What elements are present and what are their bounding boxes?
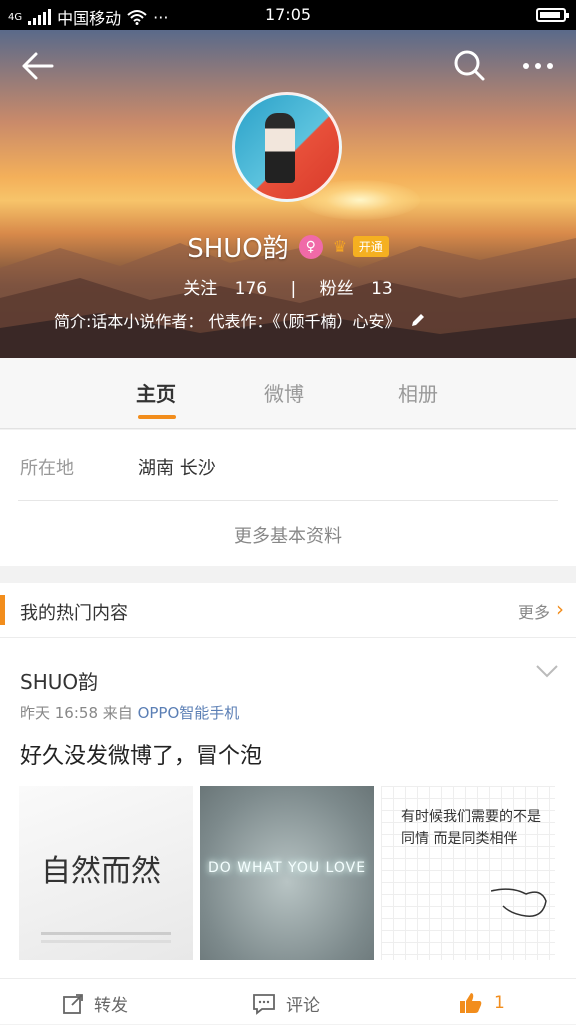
vip-label: 开通 [352, 236, 389, 257]
back-arrow-icon[interactable] [18, 48, 58, 84]
divider [18, 500, 558, 501]
like-count: 1 [494, 993, 505, 1013]
post-card[interactable]: SHUO韵 昨天 16:58 来自 OPPO智能手机 好久没发微博了，冒个泡 自… [0, 638, 576, 1024]
profile-header: SHUO韵 ♀ ♛ 开通 关注 176 | 粉丝 13 简介:话本小说作者： 代… [0, 30, 576, 358]
post-image-3[interactable]: 有时候我们需要的不是同情 而是同类相伴 [381, 786, 555, 960]
comment-button[interactable]: 评论 [252, 991, 320, 1016]
post-author[interactable]: SHUO韵 [20, 666, 98, 695]
chevron-down-icon[interactable] [536, 664, 558, 678]
follow-label: 关注 [183, 279, 218, 299]
profile-name: SHUO韵 [187, 234, 289, 264]
tab-weibo[interactable]: 微博 [264, 378, 304, 407]
post-time: 昨天 16:58 [20, 704, 98, 722]
location-value: 湖南 长沙 [138, 458, 216, 479]
post-text: 好久没发微博了，冒个泡 [20, 744, 263, 769]
battery-icon [536, 8, 569, 22]
repost-button[interactable]: 转发 [62, 991, 128, 1016]
status-time: 17:05 [264, 5, 312, 24]
profile-tabs: 主页 微博 相册 [0, 358, 576, 429]
hand-drawing-icon [491, 888, 547, 917]
basic-info-card: 所在地 湖南 长沙 更多基本资料 [0, 430, 576, 566]
comment-icon [253, 993, 275, 1015]
fans-count: 13 [371, 279, 393, 299]
profile-stats: 关注 176 | 粉丝 13 [0, 274, 576, 299]
more-options-icon[interactable] [518, 48, 558, 84]
more-info-link[interactable]: 更多基本资料 [0, 522, 576, 548]
like-button[interactable]: 1 [458, 991, 505, 1015]
repost-label: 转发 [94, 996, 128, 1016]
tab-home[interactable]: 主页 [136, 378, 176, 407]
thumbs-up-icon [460, 993, 482, 1013]
tab-album[interactable]: 相册 [398, 378, 438, 407]
post-image-2[interactable]: DO WHAT YOU LOVE [200, 786, 374, 960]
chevron-right-icon[interactable]: › [556, 597, 564, 621]
avatar[interactable] [232, 92, 342, 202]
hot-more-link[interactable]: 更多 [518, 599, 558, 635]
profile-bio: 简介:话本小说作者： 代表作：《（顾千楠）心安》 [54, 308, 426, 332]
post-from-label: 来自 [102, 704, 133, 722]
post-image-1[interactable]: 自然而然 [19, 786, 193, 960]
vip-badge[interactable]: ♛ 开通 [333, 236, 389, 258]
image-1-caption: 自然而然 [41, 854, 161, 889]
hot-content-title: 我的热门内容 [20, 603, 128, 624]
post-meta: 昨天 16:58 来自 OPPO智能手机 [20, 702, 239, 723]
post-actions: 转发 评论 1 [0, 978, 576, 1025]
follow-stat[interactable]: 关注 176 [177, 279, 273, 299]
image-1-lines [41, 932, 171, 935]
active-tab-indicator [138, 415, 176, 419]
follow-count: 176 [234, 279, 268, 299]
search-icon[interactable] [450, 48, 490, 84]
hot-content-header: 我的热门内容 更多 › [0, 583, 576, 638]
bio-text: 简介:话本小说作者： 代表作：《（顾千楠）心安》 [54, 312, 401, 331]
post-source[interactable]: OPPO智能手机 [138, 704, 240, 722]
avatar-figure [265, 113, 295, 183]
status-bar: 4G 中国移动 ··· 17:05 [0, 0, 576, 30]
repost-icon [63, 993, 83, 1014]
comment-label: 评论 [286, 996, 320, 1016]
image-3-caption: 有时候我们需要的不是同情 而是同类相伴 [401, 809, 541, 847]
fans-stat[interactable]: 粉丝 13 [314, 279, 399, 299]
section-accent-bar [0, 595, 5, 625]
location-label: 所在地 [20, 458, 74, 479]
fans-label: 粉丝 [319, 279, 354, 299]
crown-icon: ♛ [332, 236, 348, 256]
image-2-caption: DO WHAT YOU LOVE [207, 860, 367, 876]
edit-pencil-icon[interactable] [410, 312, 426, 328]
female-icon: ♀ [298, 234, 323, 259]
name-row: SHUO韵 ♀ ♛ 开通 [0, 228, 576, 265]
stats-divider: | [290, 279, 297, 299]
